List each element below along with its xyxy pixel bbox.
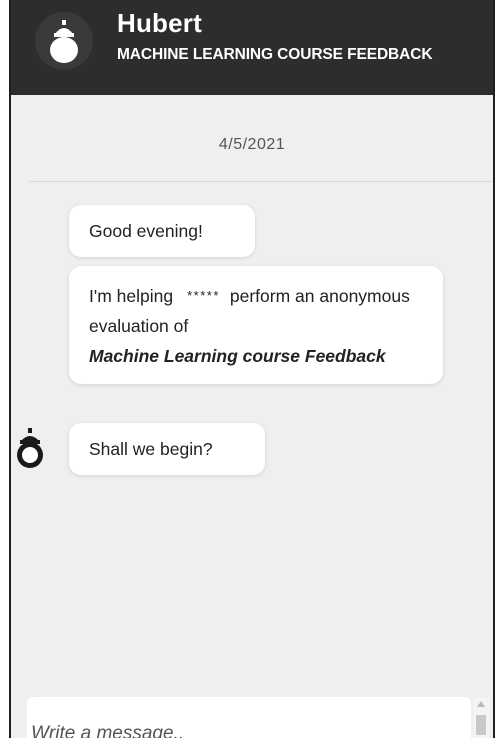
bot-name: Hubert [117, 8, 202, 38]
message-bubble: I'm helping ***** perform an anonymous eva… [69, 266, 443, 384]
message-text: I'm helping [89, 286, 174, 306]
scroll-thumb[interactable] [476, 715, 486, 735]
message-input[interactable] [27, 697, 471, 738]
scrollbar[interactable] [473, 697, 489, 738]
message-bubble: Good evening! [69, 205, 255, 257]
chat-header: Hubert MACHINE LEARNING COURSE FEEDBACK [11, 0, 493, 95]
divider [29, 181, 493, 182]
message-bubble: Shall we begin? [69, 423, 265, 475]
message-text: Shall we begin? [89, 439, 213, 459]
bot-avatar [35, 12, 93, 70]
date-separator: 4/5/2021 [218, 136, 286, 153]
masked-name: ***** [187, 288, 220, 303]
message-text: Good evening! [89, 221, 203, 241]
chat-subtitle: MACHINE LEARNING COURSE FEEDBACK [117, 46, 433, 63]
chat-window: Hubert MACHINE LEARNING COURSE FEEDBACK … [9, 0, 495, 738]
robot-icon [50, 20, 78, 63]
scroll-up-arrow-icon[interactable] [477, 701, 485, 707]
message-composer [27, 697, 471, 738]
bot-message-avatar [13, 428, 47, 468]
course-name: Machine Learning course Feedback [89, 346, 386, 366]
robot-icon [17, 428, 43, 468]
